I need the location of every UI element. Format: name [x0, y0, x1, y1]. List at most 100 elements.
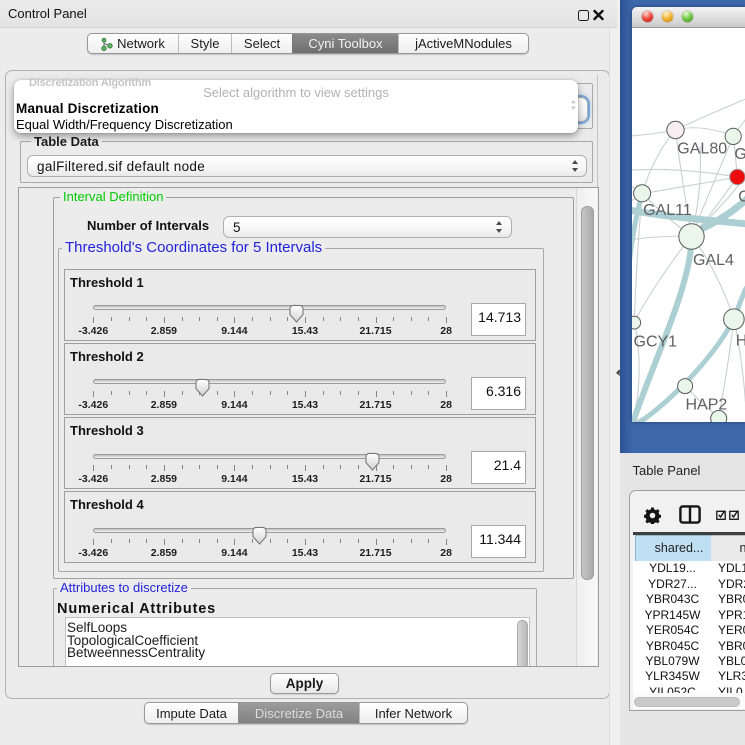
cell-name[interactable]: YPR1	[718, 608, 745, 624]
list-scrollbar[interactable]	[517, 620, 528, 667]
table-panel-title: Table Panel	[633, 463, 701, 478]
checkbox-checked-icon[interactable]	[716, 510, 727, 520]
cell-name[interactable]: YDL1	[718, 561, 745, 577]
popup-item-manual-discretization[interactable]: Manual Discretization	[16, 101, 159, 116]
table-row[interactable]: YBR045C YBR0	[633, 639, 745, 655]
slider-minor-tick	[182, 465, 183, 469]
cell-name[interactable]: YDR2	[718, 577, 745, 593]
vertical-scrollbar[interactable]	[576, 188, 597, 666]
table-row[interactable]: YER054C YER0	[633, 623, 745, 639]
cell-shared-name[interactable]: YBR045C	[635, 639, 711, 655]
slider-track[interactable]	[93, 528, 446, 533]
network-window: GAL80GACGAL11GAL4GCY1HHAP2	[632, 7, 745, 422]
table-row[interactable]: YBR043C YBR0	[633, 592, 745, 608]
tab-infer-network[interactable]: Infer Network	[359, 703, 467, 723]
minimize-traffic-light-icon[interactable]	[662, 11, 673, 22]
split-table-icon[interactable]	[679, 505, 701, 524]
slider-track[interactable]	[93, 454, 446, 459]
network-node-gal11[interactable]	[633, 185, 650, 202]
close-icon[interactable]	[593, 9, 604, 21]
vertical-scrollbar-thumb[interactable]	[581, 206, 594, 580]
slider-minor-tick	[182, 317, 183, 321]
network-node-galR[interactable]	[725, 128, 741, 144]
apply-button[interactable]: Apply	[270, 673, 339, 694]
threshold-value-field[interactable]: 21.4	[471, 451, 526, 484]
threshold-value-field[interactable]: 6.316	[471, 377, 526, 410]
popup-item-equal-width[interactable]: Equal Width/Frequency Discretization	[16, 117, 233, 132]
slider-minor-tick	[287, 465, 288, 469]
cell-shared-name[interactable]: YBL079W	[635, 654, 711, 670]
number-of-intervals-combobox[interactable]: 5	[223, 216, 512, 238]
threshold-value-field[interactable]: 14.713	[471, 303, 526, 336]
network-canvas[interactable]: GAL80GACGAL11GAL4GCY1HHAP2	[632, 28, 745, 422]
table-row[interactable]: YLR345W YLR3	[633, 669, 745, 685]
cell-name[interactable]: YER0	[718, 623, 745, 639]
network-edge[interactable]	[691, 236, 733, 319]
cell-name[interactable]: YBR0	[718, 639, 745, 655]
network-edge[interactable]	[642, 130, 675, 193]
table-data-combobox-value: galFiltered.sif default node	[28, 159, 205, 174]
list-item[interactable]: BetweennessCentrality	[66, 647, 529, 660]
slider-track[interactable]	[93, 305, 446, 310]
network-node-gcy1[interactable]	[632, 316, 641, 329]
control-panel-tabs: Network Style Select Cyni Toolbox jActiv…	[87, 33, 529, 54]
table-row[interactable]: YPR145W YPR1	[633, 608, 745, 624]
slider-thumb[interactable]	[251, 526, 268, 545]
column-header-name[interactable]: na	[711, 535, 745, 562]
cell-name[interactable]: YLR3	[718, 669, 745, 685]
cell-shared-name[interactable]: YPR145W	[635, 608, 711, 624]
network-edge[interactable]	[650, 177, 737, 193]
close-traffic-light-icon[interactable]	[642, 11, 653, 22]
tab-jactivemnodules[interactable]: jActiveMNodules	[398, 34, 528, 53]
tab-select[interactable]: Select	[231, 34, 292, 53]
table-row[interactable]: YDL19... YDL1	[633, 561, 745, 577]
slider-minor-tick	[111, 465, 112, 469]
gear-icon[interactable]	[644, 507, 661, 524]
cell-shared-name[interactable]: YDL19...	[635, 561, 711, 577]
table-row[interactable]: YDR27... YDR2	[633, 577, 745, 593]
slider-thumb[interactable]	[194, 378, 211, 397]
slider-thumb[interactable]	[364, 452, 381, 471]
cell-shared-name[interactable]: YBR043C	[635, 592, 711, 608]
tab-style[interactable]: Style	[178, 34, 231, 53]
slider-tick-label: 28	[440, 547, 452, 559]
table-data-combobox[interactable]: galFiltered.sif default node	[27, 155, 587, 177]
network-node-label: HAP2	[685, 396, 727, 413]
slider-minor-tick	[340, 317, 341, 321]
network-edge[interactable]	[675, 97, 745, 130]
network-node-red[interactable]	[729, 169, 744, 184]
slider-tick-label: 15.43	[292, 547, 318, 559]
tab-cyni-toolbox[interactable]: Cyni Toolbox	[292, 34, 398, 53]
network-node-pink[interactable]	[666, 121, 683, 138]
network-window-titlebar[interactable]	[632, 7, 745, 29]
cell-shared-name[interactable]: YDR27...	[635, 577, 711, 593]
slider-track[interactable]	[93, 379, 446, 384]
cell-shared-name[interactable]: YLR345W	[635, 669, 711, 685]
slider-minor-tick	[217, 465, 218, 469]
table-horizontal-scrollbar-thumb[interactable]	[634, 697, 740, 707]
network-node-gal4[interactable]	[678, 224, 703, 249]
column-header-shared-name[interactable]: shared...	[635, 535, 712, 562]
cell-name[interactable]: YBL0	[718, 654, 745, 670]
zoom-traffic-light-icon[interactable]	[682, 11, 693, 22]
slider-minor-tick	[393, 391, 394, 395]
cell-shared-name[interactable]: YER054C	[635, 623, 711, 639]
tab-network[interactable]: Network	[88, 34, 178, 53]
network-node-hap2[interactable]	[677, 379, 692, 394]
cell-name[interactable]: YBR0	[718, 592, 745, 608]
threshold-label: Threshold 3	[70, 423, 144, 438]
float-window-icon[interactable]	[578, 10, 589, 21]
tab-impute-data[interactable]: Impute Data	[145, 703, 238, 723]
slider-tick-label: 2.859	[151, 399, 177, 411]
table-row[interactable]: YBL079W YBL0	[633, 654, 745, 670]
threshold-value-field[interactable]: 11.344	[471, 525, 526, 558]
checkbox-checked-icon[interactable]	[729, 510, 740, 520]
slider-minor-tick	[252, 391, 253, 395]
slider-thumb[interactable]	[288, 304, 305, 323]
tab-discretize-data[interactable]: Discretize Data	[238, 703, 359, 723]
network-node-h[interactable]	[723, 309, 744, 330]
numerical-attributes-list[interactable]: SelfLoops TopologicalCoefficient Between…	[65, 617, 530, 667]
table-horizontal-scrollbar[interactable]	[633, 693, 745, 709]
network-edge-thick[interactable]	[633, 241, 692, 422]
thresholds-coordinates-title: Threshold's Coordinates for 5 Intervals	[62, 239, 325, 256]
